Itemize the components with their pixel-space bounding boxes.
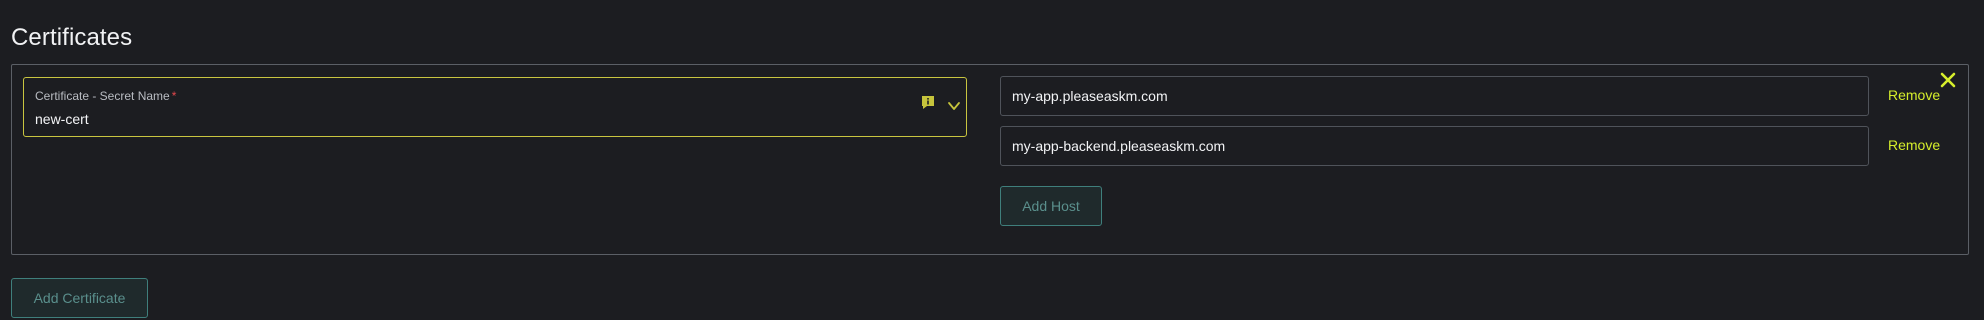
info-icon[interactable] <box>920 94 936 110</box>
remove-host-button-1[interactable]: Remove <box>1888 87 1940 103</box>
remove-host-button-2[interactable]: Remove <box>1888 137 1940 153</box>
secret-name-label-text: Certificate - Secret Name <box>35 89 170 103</box>
chevron-down-icon[interactable] <box>947 99 961 113</box>
certificate-card: Certificate - Secret Name* new-cert Remo… <box>11 64 1969 255</box>
host-input-1[interactable] <box>1000 76 1869 116</box>
secret-name-value: new-cert <box>35 111 89 127</box>
section-title: Certificates <box>11 24 133 51</box>
close-icon[interactable] <box>1938 70 1958 90</box>
required-marker: * <box>171 89 177 103</box>
secret-name-select[interactable]: Certificate - Secret Name * new-cert <box>23 77 967 137</box>
certificates-section: Certificates Certificate - Secret Name * … <box>0 0 1984 320</box>
add-certificate-button[interactable]: Add Certificate <box>11 278 148 318</box>
host-input-2[interactable] <box>1000 126 1869 166</box>
secret-name-label: Certificate - Secret Name * <box>35 89 176 103</box>
add-host-button[interactable]: Add Host <box>1000 186 1102 226</box>
